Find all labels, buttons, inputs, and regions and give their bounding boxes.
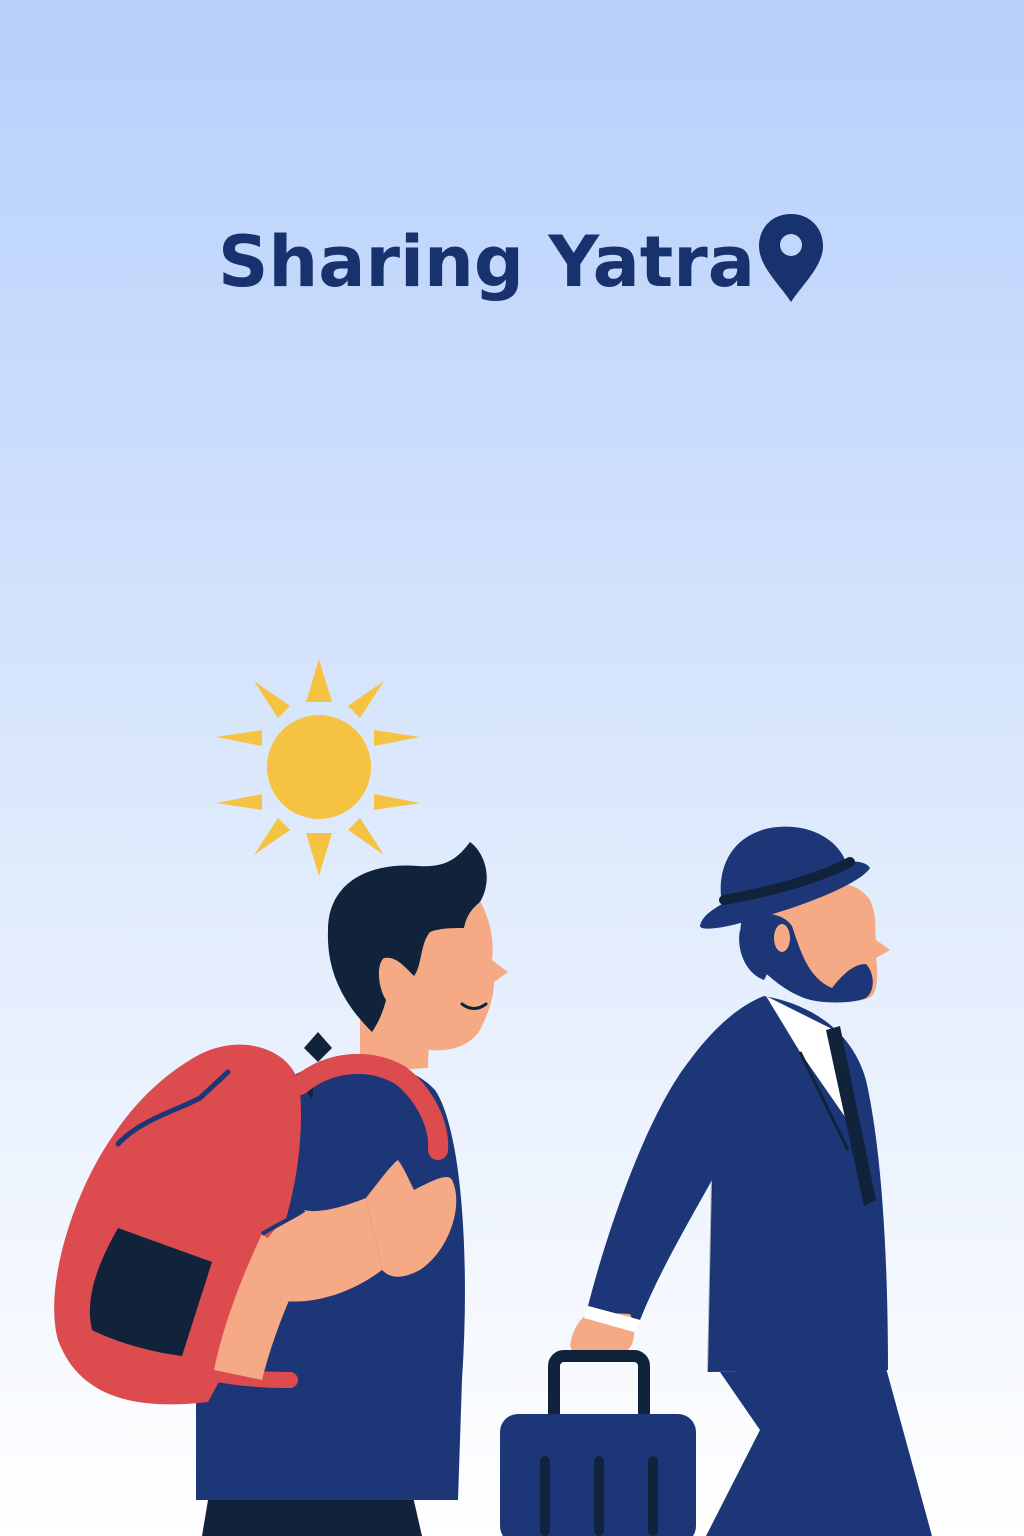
rolling-suitcase [500, 1350, 696, 1536]
travelers-illustration [54, 659, 932, 1536]
businessman-figure [500, 826, 932, 1536]
sun-icon [216, 659, 420, 876]
backpacker-figure [54, 842, 508, 1536]
splash-screen: Sharing Yatra [0, 0, 1024, 1536]
